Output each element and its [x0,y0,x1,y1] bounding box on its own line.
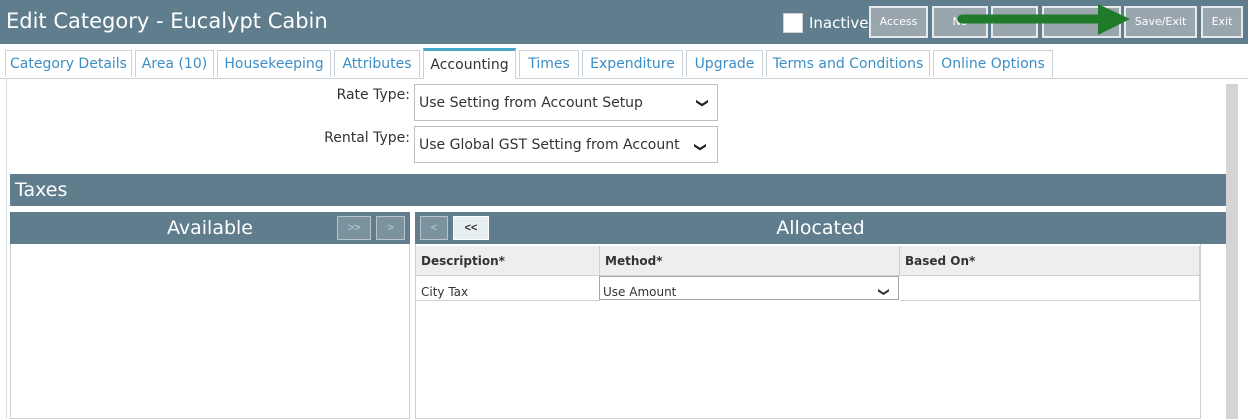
tab-area[interactable]: Area (10) [135,50,214,77]
tab-bar: Category Details Area (10) Housekeeping … [0,44,1248,79]
rate-type-value: Use Setting from Account Setup [419,95,643,111]
rate-type-select[interactable]: Use Setting from Account Setup ❯ [414,84,718,121]
based-on-cell[interactable] [900,276,1200,301]
chevron-down-icon: ❯ [695,97,710,109]
rental-type-label: Rental Type: [324,130,410,146]
tab-accounting[interactable]: Accounting [423,48,516,79]
rental-type-select[interactable]: Use Global GST Setting from Account Setu… [414,126,718,163]
chevron-down-icon: ❯ [682,137,717,153]
tab-online-options[interactable]: Online Options [933,50,1053,77]
tab-category-details[interactable]: Category Details [5,50,132,77]
annotation-arrow-icon [957,4,1130,35]
vertical-scrollbar[interactable] [1226,84,1238,419]
rate-type-label: Rate Type: [336,87,410,103]
column-header-based-on: Based On* [900,246,1200,276]
column-header-description: Description* [416,246,600,276]
tab-expenditure[interactable]: Expenditure [582,50,683,77]
rental-type-value: Use Global GST Setting from Account Setu… [419,137,718,153]
row-description: City Tax [416,276,600,301]
available-list[interactable] [10,244,410,419]
taxes-section-title: Taxes [10,174,1226,206]
move-left-button[interactable]: < [420,216,448,240]
allocated-title: Allocated [776,217,865,239]
move-all-right-button[interactable]: >> [337,216,371,240]
available-title: Available [166,217,253,239]
allocated-panel-header: Allocated [415,212,1226,244]
tab-times[interactable]: Times [519,50,579,77]
tab-upgrade[interactable]: Upgrade [686,50,763,77]
chevron-down-icon: ❯ [877,287,891,297]
column-header-method: Method* [600,246,900,276]
method-select[interactable]: Use Amount ❯ [599,276,899,300]
tab-attributes[interactable]: Attributes [334,50,420,77]
move-all-left-button[interactable]: << [453,216,489,240]
move-right-button[interactable]: > [376,216,405,240]
tab-terms-and-conditions[interactable]: Terms and Conditions [766,50,930,77]
tab-housekeeping[interactable]: Housekeeping [217,50,331,77]
method-value: Use Amount [603,285,677,299]
